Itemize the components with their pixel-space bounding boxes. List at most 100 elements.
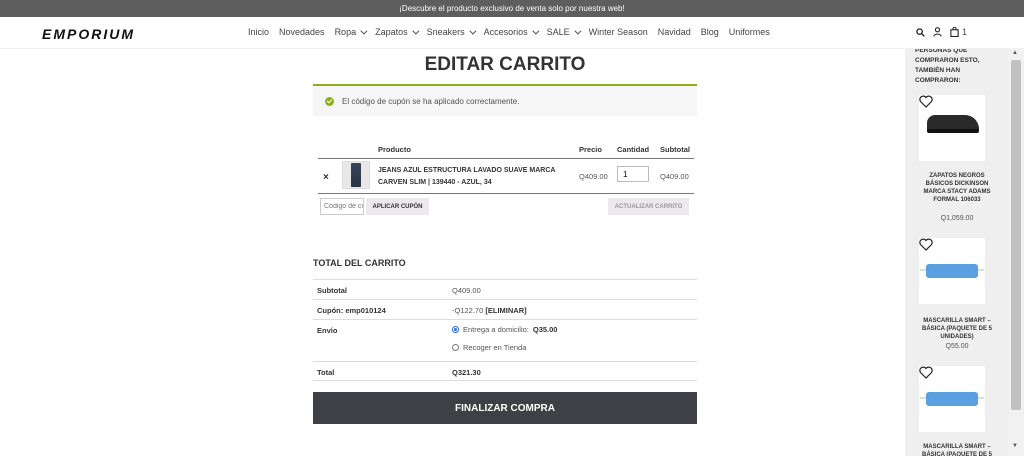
checkout-button[interactable]: FINALIZAR COMPRA [313, 392, 697, 424]
radio-unselected[interactable] [452, 344, 459, 351]
shopping-bag-icon [950, 27, 959, 37]
sidebar-product-price: Q55.00 [945, 343, 969, 350]
shipping-option-amount: Q35.00 [532, 325, 558, 334]
apply-coupon-button[interactable]: APLICAR CUPÓN [366, 198, 429, 215]
coupon-label: Cupón: emp010124 [317, 306, 386, 315]
subtotal-value: Q409.00 [452, 286, 481, 295]
chevron-down-icon [532, 27, 540, 35]
shipping-option-home-delivery[interactable]: Entrega a domicilio: Q35.00 [452, 325, 557, 334]
check-circle-icon [325, 96, 334, 106]
chevron-down-icon [411, 27, 420, 35]
announcement-bar: ¡Descubre el producto exclusivo de venta… [0, 0, 1024, 17]
recommendations-sidebar: PERSONAS QUE COMPRARON ESTO, TAMBIÉN HAN… [905, 49, 1008, 456]
nav-item-sale[interactable]: SALE [546, 27, 582, 37]
nav-label: Ropa [334, 27, 357, 37]
scrollbar-thumb[interactable] [1011, 60, 1021, 410]
search-icon[interactable] [916, 27, 925, 37]
coupon-discount: -Q122.70 [452, 306, 484, 315]
shipping-option-label: Entrega a domicilio: [463, 325, 529, 334]
site-logo[interactable]: EMPORIUM [42, 26, 135, 42]
chevron-down-icon [469, 27, 477, 35]
sidebar-heading: PERSONAS QUE COMPRARON ESTO, TAMBIÉN HAN… [915, 49, 980, 84]
cart-item-row: × JEANS AZUL ESTRUCTURA LAVADO SUAVE MAR… [318, 159, 694, 194]
mask-image [920, 264, 984, 278]
jeans-image [351, 163, 361, 187]
coupon-value-wrap: -Q122.70 [ELIMINAR] [452, 306, 527, 315]
nav-item-sneakers[interactable]: Sneakers [426, 27, 477, 37]
nav-item-blog[interactable]: Blog [701, 27, 719, 37]
product-card-image[interactable] [919, 95, 985, 161]
sidebar-product-price: Q1,059.00 [940, 215, 974, 222]
totals-subtotal-row: Subtotal Q409.00 [313, 279, 697, 299]
nav-label: Accesorios [483, 27, 528, 37]
main-nav: Inicio Novedades Ropa Zapatos Sneakers A… [248, 27, 770, 37]
nav-item-uniformes[interactable]: Uniformes [729, 27, 770, 37]
item-subtotal: Q409.00 [660, 172, 689, 181]
subtotal-label: Subtotal [317, 286, 347, 295]
chevron-down-icon [360, 27, 368, 35]
remove-coupon-link[interactable]: [ELIMINAR] [485, 306, 526, 315]
product-card-image[interactable] [919, 366, 985, 432]
nav-item-inicio[interactable]: Inicio [248, 27, 269, 37]
nav-item-novedades[interactable]: Novedades [279, 27, 325, 37]
totals-total-row: Total Q321.30 [313, 361, 697, 381]
totals-coupon-row: Cupón: emp010124 -Q122.70 [ELIMINAR] [313, 299, 697, 319]
user-icon[interactable] [933, 27, 942, 37]
cart-count: 1 [962, 27, 968, 37]
shoe-image [927, 115, 979, 133]
column-product: Producto [378, 145, 411, 154]
product-name-link[interactable]: JEANS AZUL ESTRUCTURA LAVADO SUAVE MARCA… [378, 165, 568, 189]
header-icons: 1 [916, 27, 967, 37]
totals-shipping-row: Envío Entrega a domicilio: Q35.00 Recoge… [313, 319, 697, 361]
cart-link[interactable]: 1 [950, 27, 967, 37]
nav-item-zapatos[interactable]: Zapatos [375, 27, 420, 37]
nav-label: SALE [546, 27, 570, 37]
product-card-image[interactable] [919, 238, 985, 304]
shipping-option-label: Recoger en Tienda [463, 343, 527, 352]
scroll-down-arrow-icon[interactable]: ▼ [1012, 443, 1018, 449]
nav-label: Sneakers [426, 27, 465, 37]
quantity-input[interactable] [617, 166, 649, 182]
product-thumbnail[interactable] [342, 161, 370, 189]
shipping-label: Envío [317, 326, 338, 335]
total-label: Total [317, 368, 335, 377]
item-price: Q409.00 [579, 172, 608, 181]
column-price: Precio [579, 145, 602, 154]
cart-table: Producto Precio Cantidad Subtotal × JEAN… [318, 142, 694, 220]
radio-selected[interactable] [452, 326, 459, 333]
cart-totals-title: TOTAL DEL CARRITO [313, 258, 406, 268]
cart-totals-table: Subtotal Q409.00 Cupón: emp010124 -Q122.… [313, 279, 697, 381]
update-cart-button[interactable]: ACTUALIZAR CARRITO [608, 198, 689, 215]
shipping-option-store-pickup[interactable]: Recoger en Tienda [452, 343, 526, 352]
nav-item-navidad[interactable]: Navidad [658, 27, 691, 37]
nav-label: Zapatos [375, 27, 408, 37]
nav-item-ropa[interactable]: Ropa [334, 27, 368, 37]
column-subtotal: Subtotal [660, 145, 690, 154]
nav-label: Inicio [248, 27, 270, 37]
heart-icon[interactable] [919, 95, 933, 108]
nav-label: Winter Season [588, 27, 648, 37]
cart-table-header: Producto Precio Cantidad Subtotal [318, 142, 694, 159]
heart-icon[interactable] [919, 366, 933, 379]
nav-label: Navidad [657, 27, 691, 37]
coupon-success-notice: El código de cupón se ha aplicado correc… [313, 84, 697, 116]
site-header: EMPORIUM Inicio Novedades Ropa Zapatos S… [0, 17, 1024, 49]
sidebar-product-name[interactable]: MASCARILLA SMART – BÁSICA (PAQUETE DE 5 … [915, 443, 999, 456]
nav-item-winter-season[interactable]: Winter Season [589, 27, 648, 37]
heart-icon[interactable] [919, 238, 933, 251]
chevron-down-icon [574, 27, 582, 35]
nav-item-accesorios[interactable]: Accesorios [483, 27, 540, 37]
scroll-up-arrow-icon[interactable]: ▲ [1012, 50, 1018, 56]
sidebar-product-name[interactable]: MASCARILLA SMART – BÁSICA (PAQUETE DE 5 … [915, 317, 999, 341]
page-title: EDITAR CARRITO [424, 54, 586, 75]
nav-label: Uniformes [728, 27, 770, 37]
sidebar-product-name[interactable]: ZAPATOS NEGROS BÁSICOS DICKINSON MARCA S… [915, 172, 999, 204]
nav-label: Blog [700, 27, 719, 37]
remove-item-button[interactable]: × [323, 172, 329, 183]
notice-text: El código de cupón se ha aplicado correc… [342, 96, 520, 106]
coupon-code-input[interactable] [320, 198, 364, 215]
nav-label: Novedades [279, 27, 325, 37]
cart-actions: APLICAR CUPÓN ACTUALIZAR CARRITO [318, 194, 694, 220]
mask-image [920, 392, 984, 406]
total-value: Q321.30 [452, 368, 481, 377]
